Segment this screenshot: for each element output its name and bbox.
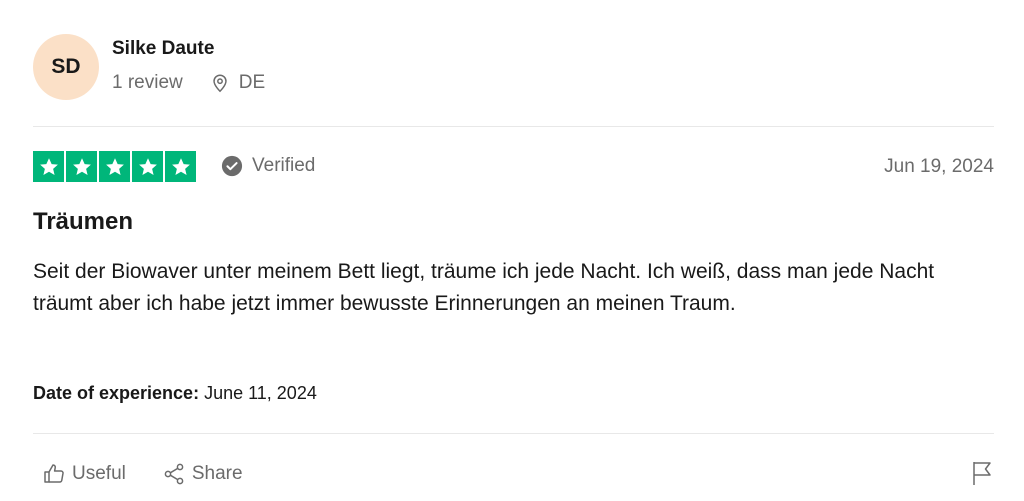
review-card: SD Silke Daute 1 review DE Verified Jun …: [0, 0, 1024, 501]
review-title: Träumen: [33, 208, 134, 235]
useful-button[interactable]: Useful: [42, 462, 126, 486]
check-circle-icon: [221, 155, 243, 177]
thumbs-up-icon: [44, 464, 64, 483]
review-date: Jun 19, 2024: [884, 156, 994, 177]
review-count: 1 review: [112, 72, 183, 93]
date-of-experience: Date of experience: June 11, 2024: [33, 383, 317, 404]
star-icon: [99, 151, 130, 182]
verified-badge[interactable]: Verified: [221, 155, 315, 177]
review-actions: Useful Share: [42, 462, 279, 486]
experience-label: Date of experience:: [33, 383, 200, 403]
avatar[interactable]: SD: [33, 34, 99, 100]
divider: [33, 126, 994, 127]
avatar-initials: SD: [51, 55, 81, 78]
share-button[interactable]: Share: [162, 462, 243, 486]
author-name[interactable]: Silke Daute: [112, 38, 214, 60]
author-meta: 1 review DE: [112, 72, 265, 94]
review-body: Seit der Biowaver unter meinem Bett lieg…: [33, 260, 935, 315]
star-icon: [66, 151, 97, 182]
country-code: DE: [238, 72, 266, 93]
verified-label: Verified: [252, 155, 316, 176]
share-label: Share: [191, 463, 243, 484]
map-pin-icon: [209, 72, 231, 94]
divider: [33, 433, 994, 434]
share-icon: [164, 463, 184, 485]
star-icon: [33, 151, 64, 182]
flag-icon[interactable]: [970, 460, 994, 486]
star-icon: [132, 151, 163, 182]
useful-label: Useful: [72, 463, 126, 484]
experience-date: June 11, 2024: [204, 383, 317, 403]
star-rating: [33, 151, 196, 182]
star-icon: [165, 151, 196, 182]
